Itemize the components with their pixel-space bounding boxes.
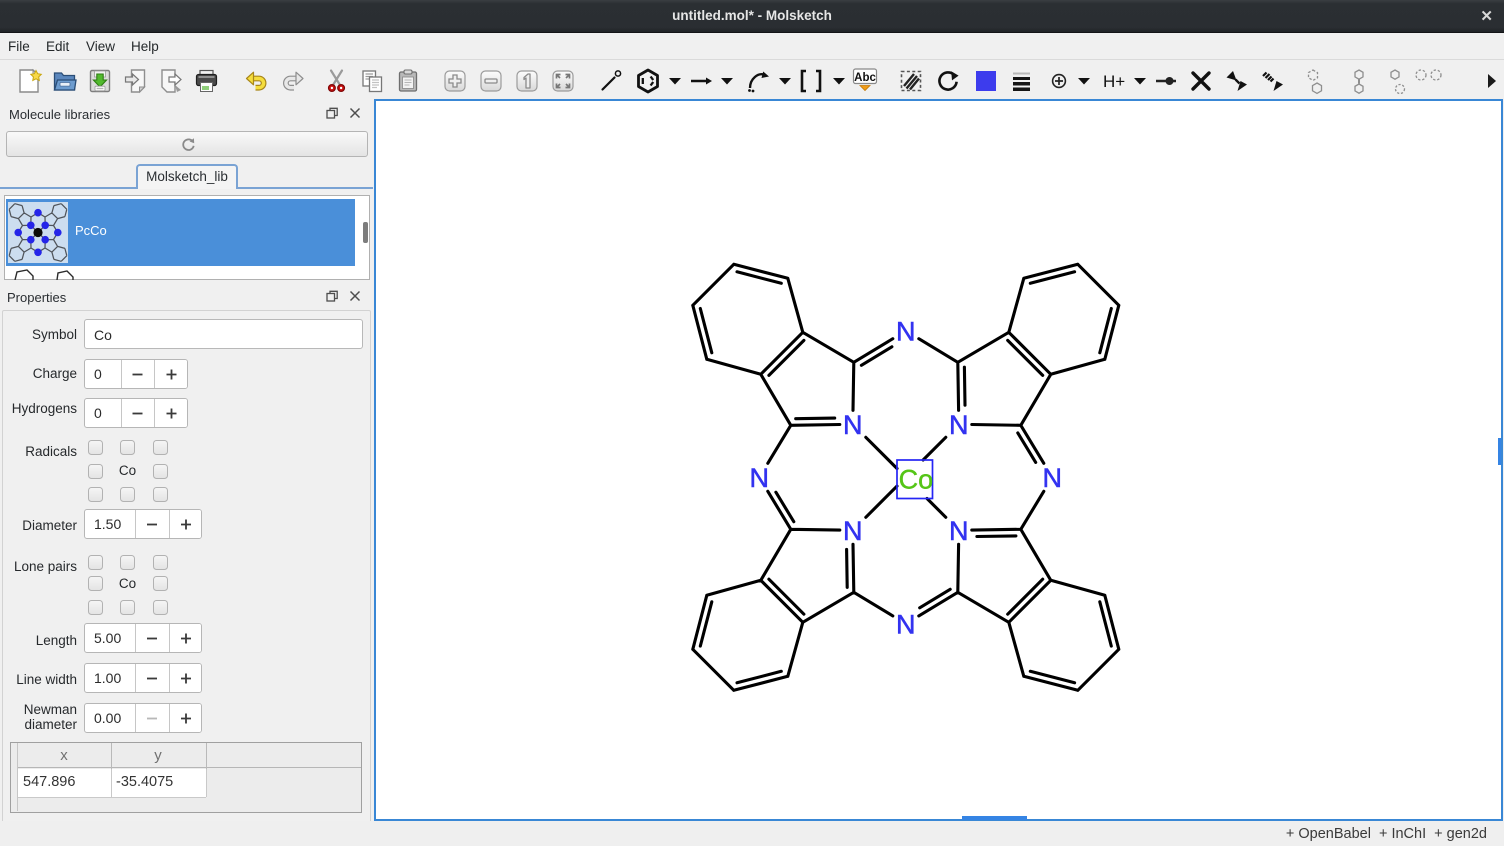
svg-text:N: N bbox=[1043, 463, 1063, 493]
svg-text:Co: Co bbox=[899, 464, 934, 494]
svg-text:Abc: Abc bbox=[854, 72, 876, 84]
svg-text:N: N bbox=[949, 410, 969, 440]
svg-text:N: N bbox=[896, 609, 916, 639]
svg-text:H+: H+ bbox=[1103, 72, 1125, 91]
svg-text:N: N bbox=[843, 410, 863, 440]
svg-text:N: N bbox=[949, 516, 969, 546]
svg-text:N: N bbox=[843, 516, 863, 546]
svg-text:N: N bbox=[750, 463, 770, 493]
svg-text:N: N bbox=[896, 316, 916, 346]
